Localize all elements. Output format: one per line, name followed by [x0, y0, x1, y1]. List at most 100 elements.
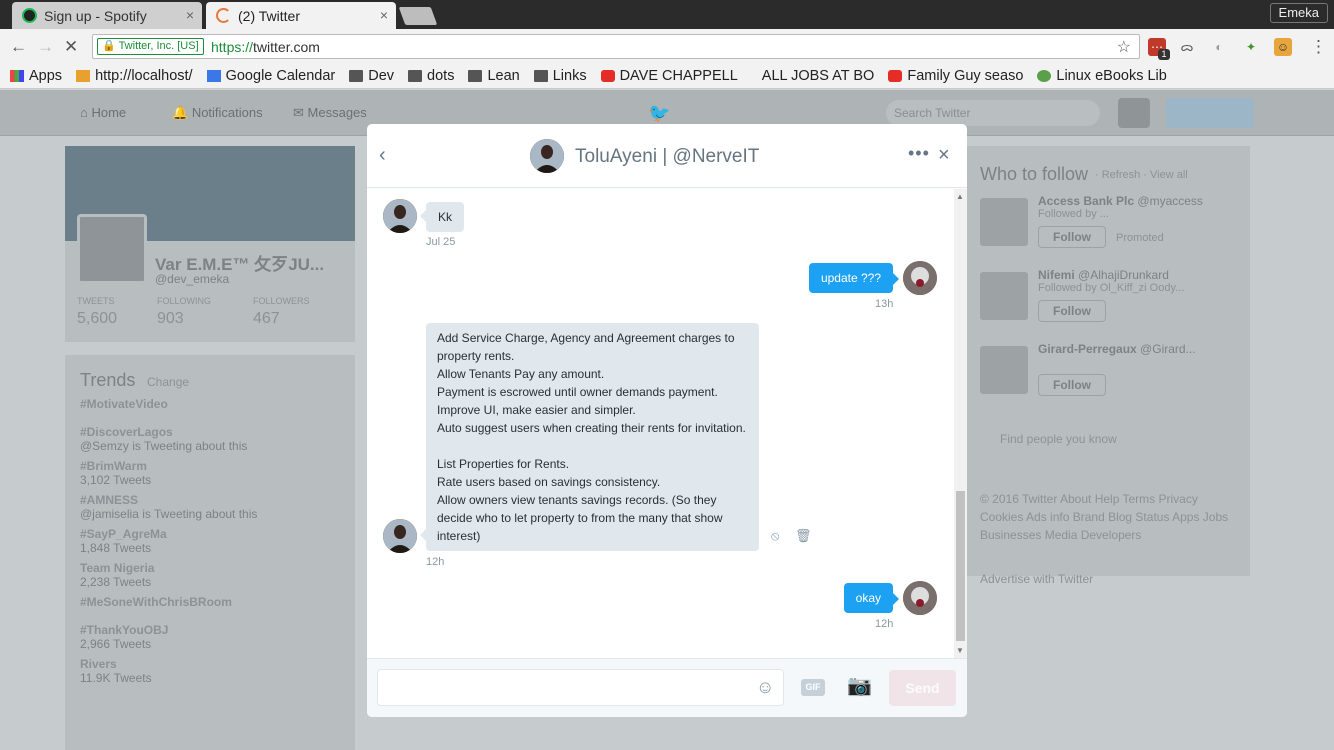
tweet-button[interactable] — [1166, 98, 1254, 128]
message-bubble[interactable]: Add Service Charge, Agency and Agreement… — [420, 323, 759, 551]
message-line: Improve UI, make easier and simpler. — [437, 403, 636, 417]
bookmark-star-icon[interactable]: ☆ — [1117, 37, 1131, 57]
advertise-link[interactable]: Advertise with Twitter — [980, 572, 1093, 586]
find-people-link[interactable]: Find people you know — [1000, 432, 1117, 446]
avatar[interactable] — [903, 261, 937, 295]
profile-avatar[interactable] — [77, 214, 147, 284]
scroll-down-arrow-icon[interactable]: ▼ — [956, 646, 964, 655]
trend-item[interactable]: #DiscoverLagos @Semzy is Tweeting about t… — [80, 425, 350, 453]
trend-item[interactable]: Rivers 11.9K Tweets — [80, 657, 350, 685]
profile-button[interactable]: Emeka — [1269, 3, 1328, 23]
stat-label: FOLLOWING — [157, 296, 212, 306]
trend-item[interactable]: #MeSoneWithChrisBRoom — [80, 595, 350, 617]
trend-item[interactable]: #AMNESS @jamiselia is Tweeting about this — [80, 493, 350, 521]
nav-label: Messages — [307, 105, 367, 120]
follow-button[interactable]: Follow — [1038, 374, 1106, 396]
extension-icon[interactable]: ✦ — [1242, 38, 1260, 56]
conversation-scrollbar[interactable]: ▲ ▼ — [954, 189, 967, 658]
stop-icon[interactable]: ✕ — [64, 37, 78, 57]
avatar[interactable] — [980, 198, 1028, 246]
bookmark-apps[interactable]: Apps — [10, 68, 62, 84]
nav-messages[interactable]: ✉ Messages — [293, 105, 367, 121]
scrollbar-thumb[interactable] — [956, 491, 965, 641]
extension-icon[interactable]: ◐ — [1210, 38, 1228, 56]
delete-trash-icon[interactable]: 🗑 — [795, 528, 812, 544]
avatar[interactable] — [530, 139, 564, 173]
message-bubble[interactable]: Kk — [419, 202, 465, 232]
avatar[interactable] — [383, 519, 417, 553]
close-tab-icon[interactable]: × — [380, 7, 388, 23]
trend-item[interactable]: #ThankYouOBJ 2,966 Tweets — [80, 623, 350, 651]
bookmark-dots[interactable]: dots — [408, 68, 454, 84]
extension-icon[interactable]: ☺ — [1274, 38, 1292, 56]
url-field[interactable]: 🔒 Twitter, Inc. [US] https://twitter.com… — [92, 34, 1140, 59]
trends-change-link[interactable]: Change — [147, 375, 189, 389]
who-to-follow-links[interactable]: · Refresh · View all — [1095, 169, 1188, 181]
suggestion-meta — [1038, 356, 1240, 370]
new-tab-button[interactable] — [398, 7, 438, 25]
menu-icon[interactable]: ⋮ — [1310, 37, 1327, 57]
extension-icon[interactable]: ᯅ — [1178, 38, 1196, 56]
bookmark-linux-ebooks[interactable]: Linux eBooks Lib — [1037, 68, 1167, 84]
bookmark-label: dots — [427, 68, 455, 84]
back-chevron-icon[interactable]: ‹ — [379, 144, 386, 167]
follow-button[interactable]: Follow — [1038, 300, 1106, 322]
nav-home[interactable]: ⌂ Home — [80, 105, 126, 120]
bookmark-localhost[interactable]: http://localhost/ — [76, 68, 193, 84]
follow-button[interactable]: Follow — [1038, 226, 1106, 248]
back-arrow-icon[interactable]: ← — [10, 37, 27, 57]
message-timestamp: 12h — [875, 618, 894, 630]
trend-item[interactable]: #SayP_AgreMa 1,848 Tweets — [80, 527, 350, 555]
dm-title[interactable]: ToluAyeni | @NerveIT — [575, 146, 759, 168]
twitter-search-input[interactable]: Search Twitter — [886, 100, 1100, 126]
stat-value[interactable]: 903 — [157, 310, 184, 328]
avatar[interactable] — [383, 199, 417, 233]
send-button[interactable]: Send — [889, 670, 956, 706]
report-block-icon[interactable]: ⦸ — [771, 528, 779, 544]
message-text: Kk — [438, 210, 453, 224]
bookmark-lean[interactable]: Lean — [468, 68, 520, 84]
lock-icon: 🔒 — [102, 40, 116, 52]
suggestion-name[interactable]: Access Bank Plc @myaccess — [1038, 194, 1240, 208]
camera-icon[interactable]: 📷 — [847, 676, 873, 696]
suggestion-name[interactable]: Girard-Perregaux @Girard... — [1038, 342, 1240, 356]
stat-value[interactable]: 467 — [253, 310, 280, 328]
more-options-icon[interactable]: ••• — [908, 143, 930, 164]
trend-item[interactable]: Team Nigeria 2,238 Tweets — [80, 561, 350, 589]
close-tab-icon[interactable]: × — [186, 7, 194, 23]
tab-spotify[interactable]: Sign up - Spotify × — [12, 2, 202, 29]
scroll-up-arrow-icon[interactable]: ▲ — [956, 192, 964, 201]
avatar[interactable] — [980, 272, 1028, 320]
trend-item[interactable]: #BrimWarm 3,102 Tweets — [80, 459, 350, 487]
suggestion-name[interactable]: Nifemi @AlhajiDrunkard — [1038, 268, 1240, 282]
avatar[interactable] — [980, 346, 1028, 394]
message-bubble[interactable]: okay — [843, 583, 900, 613]
stat-value[interactable]: 5,600 — [77, 310, 117, 328]
close-icon[interactable]: × — [938, 144, 950, 167]
message-input[interactable]: ☺ — [377, 669, 784, 706]
nav-notifications[interactable]: 🔔 Notifications — [172, 105, 263, 121]
bookmark-links[interactable]: Links — [533, 68, 587, 84]
message-text: okay — [855, 591, 881, 605]
bell-icon: 🔔 — [172, 105, 189, 120]
secure-badge[interactable]: 🔒 Twitter, Inc. [US] — [97, 38, 204, 55]
trend-name: #DiscoverLagos — [80, 425, 173, 439]
message-bubble[interactable]: update ??? — [808, 263, 900, 293]
avatar[interactable] — [903, 581, 937, 615]
apps-icon — [10, 70, 24, 82]
avatar[interactable] — [1118, 98, 1150, 128]
bookmark-dave-chappell[interactable]: DAVE CHAPPELL — [600, 68, 738, 84]
trend-item[interactable]: #MotivateVideo — [80, 397, 350, 419]
tab-twitter[interactable]: (2) Twitter × — [206, 2, 396, 29]
security-label: Twitter, Inc. [US] — [118, 40, 199, 52]
forward-arrow-icon[interactable]: → — [37, 37, 54, 57]
message-text: update ??? — [820, 271, 881, 285]
bookmark-all-jobs[interactable]: ALL JOBS AT BO — [762, 68, 875, 84]
bookmark-dev[interactable]: Dev — [349, 68, 394, 84]
bookmark-google-calendar[interactable]: Google Calendar — [206, 68, 335, 84]
footer-links[interactable]: © 2016 Twitter About Help Terms Privacy … — [980, 490, 1240, 544]
person-avatar-icon — [383, 199, 417, 233]
gif-button[interactable]: GIF — [801, 679, 825, 696]
emoji-icon[interactable]: ☺ — [756, 677, 776, 697]
bookmark-family-guy[interactable]: Family Guy seaso — [888, 68, 1023, 84]
